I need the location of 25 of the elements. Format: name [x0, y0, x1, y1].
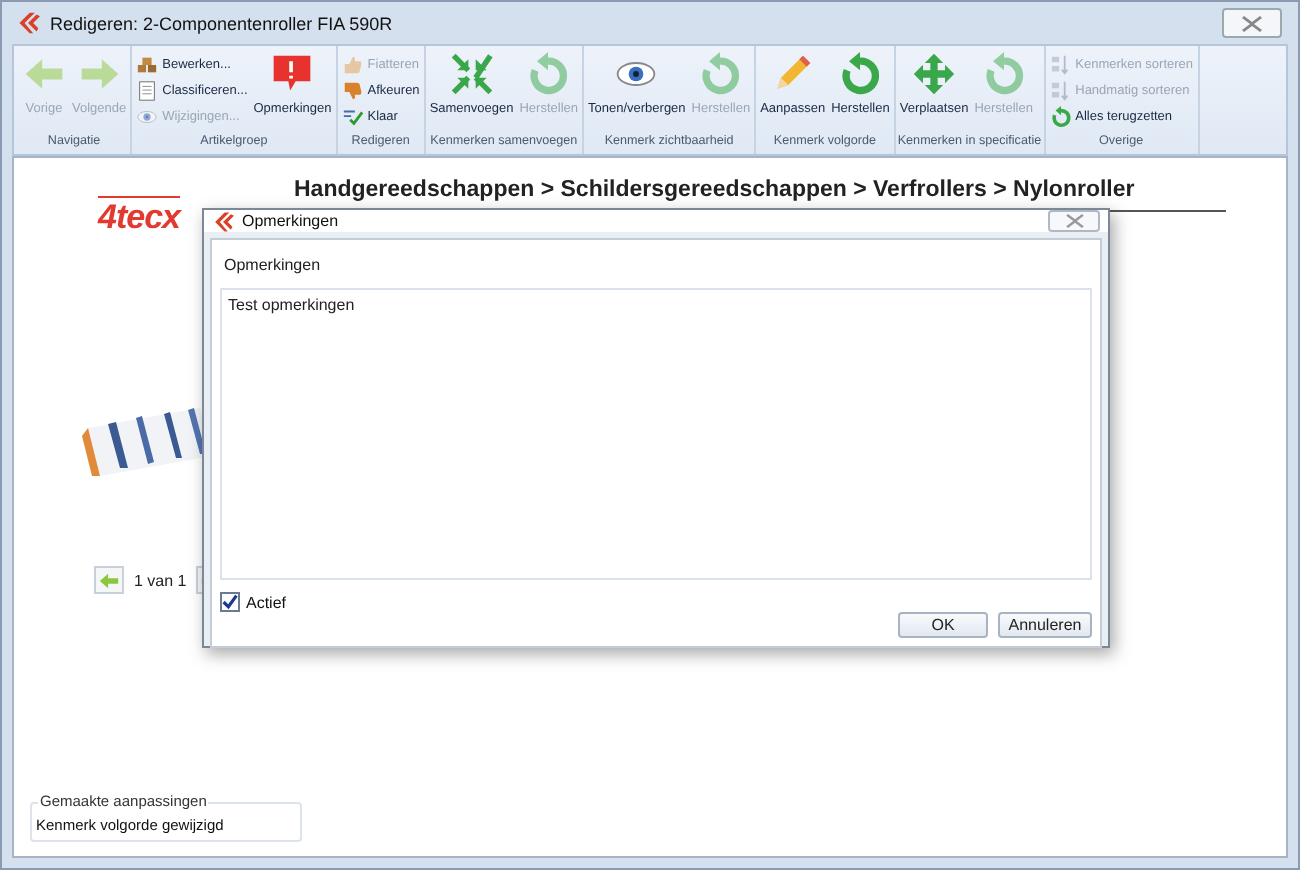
dialog-button[interactable]: Annuleren — [998, 612, 1092, 638]
active-checkbox[interactable] — [220, 592, 240, 612]
thumb-up-icon — [341, 53, 364, 75]
breadcrumb: Handgereedschappen > Schildersgereedschappen > Verfrollers > Nylonroller — [294, 176, 1135, 206]
close-icon — [1242, 15, 1262, 31]
arrow-left-icon — [98, 569, 120, 591]
dialog-button[interactable]: OK — [898, 612, 988, 638]
thumb-down-icon — [341, 79, 364, 101]
document-icon — [136, 79, 159, 101]
speech-bubble-icon — [270, 52, 315, 96]
dialog-title: Opmerkingen — [242, 212, 339, 230]
brand-logo: 4tecx — [98, 196, 180, 238]
checkbox-label: Actief — [246, 593, 287, 611]
close-icon — [1065, 214, 1083, 228]
app-logo-icon — [212, 211, 234, 231]
window-title: Redigeren: 2-Componentenroller FIA 590R — [50, 13, 393, 33]
field-label: Opmerkingen — [222, 254, 323, 278]
page-indicator: 1 van 1 — [134, 571, 187, 589]
close-button[interactable] — [1048, 210, 1100, 232]
move-arrows-icon — [912, 52, 957, 96]
close-button[interactable] — [1222, 8, 1282, 38]
boxes-icon — [136, 53, 159, 75]
app-logo-icon — [16, 12, 40, 34]
remarks-field[interactable]: Test opmerkingen — [220, 288, 1092, 580]
previous-page-button[interactable] — [94, 566, 124, 594]
